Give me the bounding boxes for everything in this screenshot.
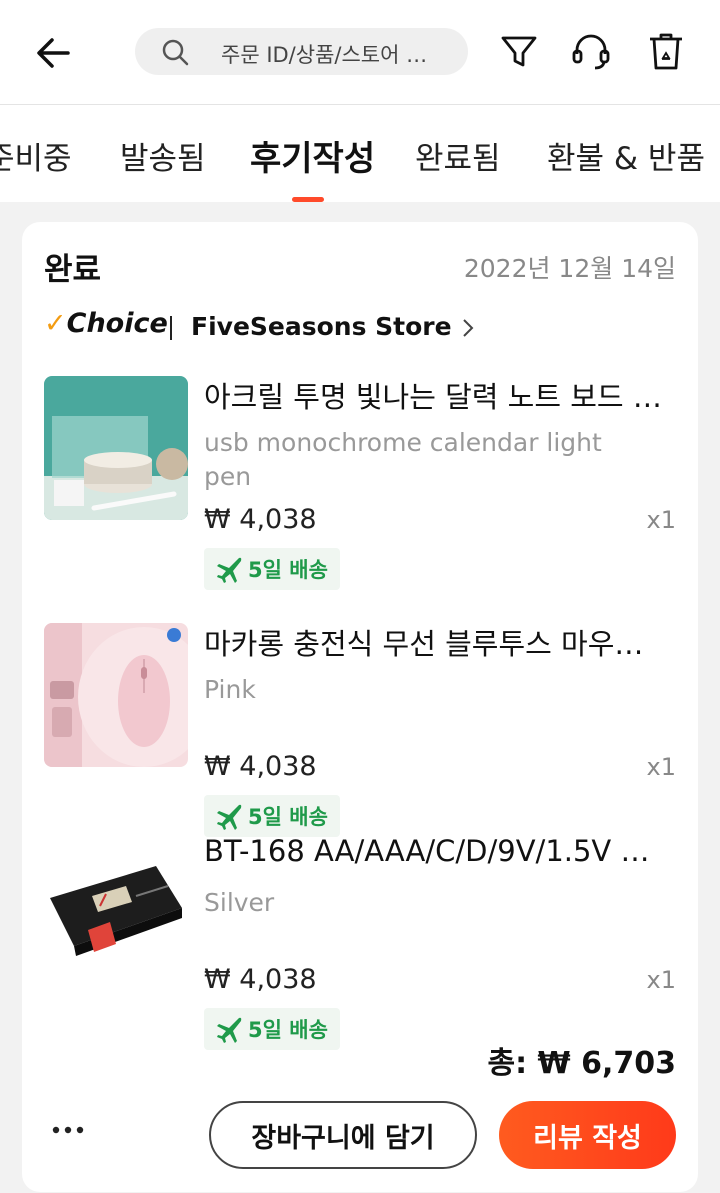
order-total: 총: ₩ 6,703 bbox=[487, 1046, 676, 1081]
back-arrow-icon[interactable] bbox=[32, 32, 74, 74]
product-image-battery-tester[interactable] bbox=[44, 836, 188, 980]
filter-icon[interactable] bbox=[499, 30, 539, 72]
item-name[interactable]: 마카롱 충전식 무선 블루투스 마우… bbox=[204, 621, 674, 663]
tab-refund-return[interactable]: 환불 & 반품 bbox=[547, 133, 705, 178]
more-options-icon[interactable] bbox=[50, 1120, 90, 1140]
item-quantity: x1 bbox=[646, 753, 676, 781]
active-tab-indicator bbox=[292, 197, 324, 202]
write-review-button[interactable]: 리뷰 작성 bbox=[499, 1101, 676, 1169]
item-variant: Silver bbox=[204, 888, 275, 917]
order-date: 2022년 12월 14일 bbox=[463, 254, 676, 283]
search-icon bbox=[162, 39, 189, 66]
check-icon: ✓ bbox=[44, 308, 67, 339]
shipping-badge: 5일 배송 bbox=[204, 795, 340, 837]
shipping-label: 5일 배송 bbox=[248, 1018, 328, 1042]
item-quantity: x1 bbox=[646, 966, 676, 994]
item-price: ₩ 4,038 bbox=[204, 964, 317, 995]
choice-logo: ✓Choice bbox=[44, 308, 168, 339]
airplane-icon bbox=[217, 804, 242, 830]
item-variant: usb monochrome calendar light pen bbox=[204, 428, 602, 491]
trash-icon[interactable] bbox=[646, 30, 686, 72]
order-card: 완료 2022년 12월 14일 ✓Choice FiveSeasons Sto… bbox=[22, 222, 698, 1192]
chevron-right-icon[interactable] bbox=[460, 316, 476, 340]
add-to-cart-button[interactable]: 장바구니에 담기 bbox=[209, 1101, 477, 1169]
airplane-icon bbox=[217, 557, 242, 583]
search-placeholder: 주문 ID/상품/스토어 … bbox=[221, 43, 428, 67]
shipping-badge: 5일 배송 bbox=[204, 548, 340, 590]
item-variant: Pink bbox=[204, 675, 256, 704]
store-name[interactable]: FiveSeasons Store bbox=[191, 312, 452, 341]
item-name[interactable]: BT-168 AA/AAA/C/D/9V/1.5V … bbox=[204, 834, 674, 868]
tab-preparing[interactable]: 준비중 bbox=[0, 133, 72, 178]
item-price: ₩ 4,038 bbox=[204, 504, 317, 535]
order-item[interactable]: 아크릴 투명 빛나는 달력 노트 보드 … usb monochrome cal… bbox=[44, 376, 676, 591]
shipping-label: 5일 배송 bbox=[248, 805, 328, 829]
order-status-tabs: 준비중 발송됨 후기작성 완료됨 환불 & 반품 bbox=[0, 104, 720, 202]
tab-completed[interactable]: 완료됨 bbox=[415, 133, 501, 178]
order-item[interactable]: 마카롱 충전식 무선 블루투스 마우… Pink ₩ 4,038 x1 5일 배… bbox=[44, 623, 676, 838]
divider bbox=[170, 316, 172, 340]
product-image-pink-mouse[interactable] bbox=[44, 623, 188, 767]
airplane-icon bbox=[217, 1017, 242, 1043]
search-input[interactable]: 주문 ID/상품/스토어 … bbox=[135, 28, 468, 75]
item-quantity: x1 bbox=[646, 506, 676, 534]
order-item[interactable]: BT-168 AA/AAA/C/D/9V/1.5V … Silver ₩ 4,0… bbox=[44, 834, 676, 1051]
choice-label: Choice bbox=[66, 308, 168, 339]
shipping-label: 5일 배송 bbox=[248, 558, 328, 582]
top-bar: 주문 ID/상품/스토어 … bbox=[0, 0, 720, 104]
item-name[interactable]: 아크릴 투명 빛나는 달력 노트 보드 … bbox=[204, 374, 674, 416]
headset-icon[interactable] bbox=[571, 30, 611, 72]
store-row[interactable]: ✓Choice FiveSeasons Store bbox=[44, 308, 674, 348]
tab-shipped[interactable]: 발송됨 bbox=[120, 133, 206, 178]
shipping-badge: 5일 배송 bbox=[204, 1008, 340, 1050]
item-price: ₩ 4,038 bbox=[204, 751, 317, 782]
product-image-calendar-light[interactable] bbox=[44, 376, 188, 520]
order-status: 완료 bbox=[44, 252, 102, 288]
tab-write-review[interactable]: 후기작성 bbox=[250, 131, 375, 180]
